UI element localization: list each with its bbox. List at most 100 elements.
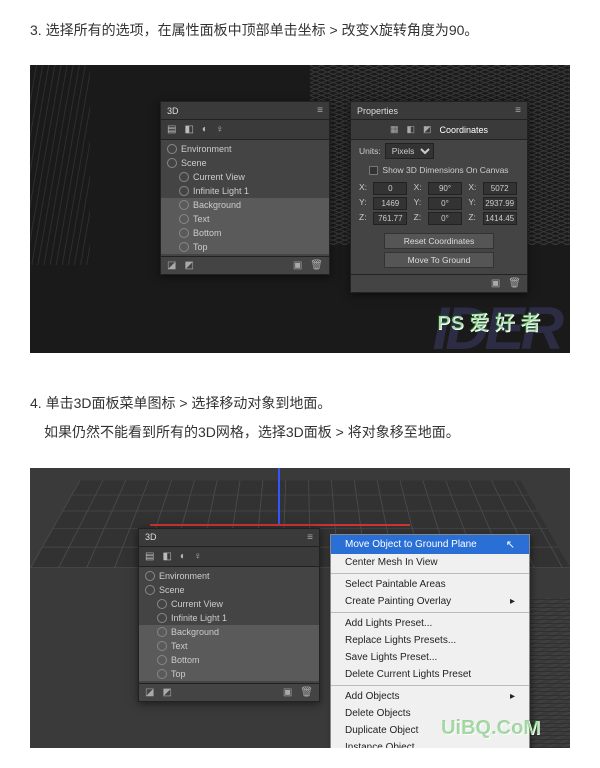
panel-menu-icon[interactable]: ≡ bbox=[317, 105, 323, 116]
tree-row[interactable]: Scene bbox=[161, 156, 329, 170]
footer-icon[interactable]: ◪ bbox=[145, 687, 154, 698]
visibility-icon[interactable] bbox=[179, 186, 189, 196]
filter-mesh-icon[interactable]: ◧ bbox=[184, 124, 193, 135]
menu-select-paintable[interactable]: Select Paintable Areas bbox=[331, 576, 529, 593]
show-dims-row[interactable]: Show 3D Dimensions On Canvas bbox=[351, 162, 527, 178]
scale-x[interactable] bbox=[483, 182, 517, 195]
menu-create-overlay[interactable]: Create Painting Overlay▸ bbox=[331, 593, 529, 610]
tab-cap-icon[interactable]: ◩ bbox=[423, 124, 432, 135]
tree-row[interactable]: Bottom bbox=[161, 226, 329, 240]
footer-icon[interactable]: ◩ bbox=[162, 687, 171, 698]
tree-label: Scene bbox=[159, 585, 185, 595]
tree-label: Scene bbox=[181, 158, 207, 168]
tree-row[interactable]: Environment bbox=[139, 569, 319, 583]
tree-row[interactable]: Current View bbox=[139, 597, 319, 611]
tree-row[interactable]: Bottom bbox=[139, 653, 319, 667]
pos-y[interactable] bbox=[373, 197, 407, 210]
show-dims-label: Show 3D Dimensions On Canvas bbox=[382, 165, 508, 175]
tree-row[interactable]: Text bbox=[139, 639, 319, 653]
lbl-y: Y: bbox=[359, 197, 369, 210]
rot-y[interactable] bbox=[428, 197, 462, 210]
tree-row[interactable]: Top bbox=[139, 667, 319, 681]
scale-z[interactable] bbox=[483, 212, 517, 225]
tree-row[interactable]: Background bbox=[139, 625, 319, 639]
visibility-icon[interactable] bbox=[145, 585, 155, 595]
pos-x[interactable] bbox=[373, 182, 407, 195]
panel-3d: 3D ≡ ▤ ◧ ◐ ♀ Environment Scene Current V… bbox=[160, 101, 330, 275]
tree-row[interactable]: Scene bbox=[139, 583, 319, 597]
menu-delete-lights[interactable]: Delete Current Lights Preset bbox=[331, 666, 529, 683]
lbl-zs: Z: bbox=[468, 212, 478, 225]
visibility-icon[interactable] bbox=[157, 613, 167, 623]
visibility-icon[interactable] bbox=[179, 172, 189, 182]
tree-row[interactable]: Environment bbox=[161, 142, 329, 156]
filter-light-icon[interactable]: ♀ bbox=[216, 124, 224, 135]
menu-save-lights[interactable]: Save Lights Preset... bbox=[331, 649, 529, 666]
tree-label: Bottom bbox=[171, 655, 200, 665]
panel-menu-icon[interactable]: ≡ bbox=[515, 105, 521, 116]
lbl-z: Z: bbox=[359, 212, 369, 225]
menu-delete-objects[interactable]: Delete Objects bbox=[331, 705, 529, 722]
visibility-icon[interactable] bbox=[167, 158, 177, 168]
tree-row[interactable]: Infinite Light 1 bbox=[161, 184, 329, 198]
menu-add-lights[interactable]: Add Lights Preset... bbox=[331, 615, 529, 632]
panel-prop-header: Properties ≡ bbox=[351, 102, 527, 120]
panel-3d-tree: Environment Scene Current View Infinite … bbox=[139, 567, 319, 683]
menu-move-to-ground[interactable]: Move Object to Ground Plane↖ bbox=[331, 535, 529, 554]
menu-add-objects[interactable]: Add Objects▸ bbox=[331, 688, 529, 705]
visibility-icon[interactable] bbox=[157, 627, 167, 637]
rot-z[interactable] bbox=[428, 212, 462, 225]
tree-row[interactable]: Text bbox=[161, 212, 329, 226]
visibility-icon[interactable] bbox=[157, 669, 167, 679]
visibility-icon[interactable] bbox=[157, 599, 167, 609]
visibility-icon[interactable] bbox=[157, 641, 167, 651]
filter-all-icon[interactable]: ▤ bbox=[145, 551, 154, 562]
tree-row[interactable]: Background bbox=[161, 198, 329, 212]
menu-replace-lights[interactable]: Replace Lights Presets... bbox=[331, 632, 529, 649]
tree-label: Environment bbox=[159, 571, 210, 581]
rot-x[interactable] bbox=[428, 182, 462, 195]
pos-z[interactable] bbox=[373, 212, 407, 225]
reset-coords-button[interactable]: Reset Coordinates bbox=[384, 233, 494, 249]
checkbox-icon[interactable] bbox=[369, 166, 378, 175]
tree-row[interactable]: Infinite Light 1 bbox=[139, 611, 319, 625]
lbl-zr: Z: bbox=[414, 212, 424, 225]
tab-deform-icon[interactable]: ◧ bbox=[406, 124, 415, 135]
tab-coordinates[interactable]: Coordinates bbox=[440, 125, 489, 135]
delete-icon[interactable]: 🗑 bbox=[508, 278, 521, 289]
lbl-xr: X: bbox=[414, 182, 424, 195]
visibility-icon[interactable] bbox=[179, 242, 189, 252]
filter-material-icon[interactable]: ◐ bbox=[180, 551, 186, 562]
panel-3d-header: 3D ≡ bbox=[161, 102, 329, 120]
footer-icon[interactable]: ◩ bbox=[184, 260, 193, 271]
tree-label: Background bbox=[193, 200, 241, 210]
menu-instance-object[interactable]: Instance Object bbox=[331, 739, 529, 748]
tab-mesh-icon[interactable]: ▦ bbox=[390, 124, 399, 135]
new-icon[interactable]: ▣ bbox=[283, 687, 292, 698]
delete-icon[interactable]: 🗑 bbox=[300, 687, 313, 698]
new-icon[interactable]: ▣ bbox=[293, 260, 302, 271]
filter-mesh-icon[interactable]: ◧ bbox=[162, 551, 171, 562]
footer-icon[interactable]: ◪ bbox=[167, 260, 176, 271]
units-select[interactable]: Pixels bbox=[385, 143, 434, 159]
move-to-ground-button[interactable]: Move To Ground bbox=[384, 252, 494, 268]
menu-duplicate-object[interactable]: Duplicate Object bbox=[331, 722, 529, 739]
render-icon[interactable]: ▣ bbox=[491, 278, 500, 289]
scale-y[interactable] bbox=[483, 197, 517, 210]
filter-material-icon[interactable]: ◐ bbox=[202, 124, 208, 135]
visibility-icon[interactable] bbox=[179, 200, 189, 210]
tree-row[interactable]: Current View bbox=[161, 170, 329, 184]
panel-menu-icon[interactable]: ≡ bbox=[307, 532, 313, 543]
tree-label: Infinite Light 1 bbox=[171, 613, 227, 623]
lbl-yr: Y: bbox=[414, 197, 424, 210]
menu-center-mesh[interactable]: Center Mesh In View bbox=[331, 554, 529, 571]
visibility-icon[interactable] bbox=[179, 228, 189, 238]
filter-all-icon[interactable]: ▤ bbox=[167, 124, 176, 135]
tree-row[interactable]: Top bbox=[161, 240, 329, 254]
visibility-icon[interactable] bbox=[167, 144, 177, 154]
delete-icon[interactable]: 🗑 bbox=[310, 260, 323, 271]
filter-light-icon[interactable]: ♀ bbox=[194, 551, 202, 562]
visibility-icon[interactable] bbox=[157, 655, 167, 665]
visibility-icon[interactable] bbox=[179, 214, 189, 224]
visibility-icon[interactable] bbox=[145, 571, 155, 581]
